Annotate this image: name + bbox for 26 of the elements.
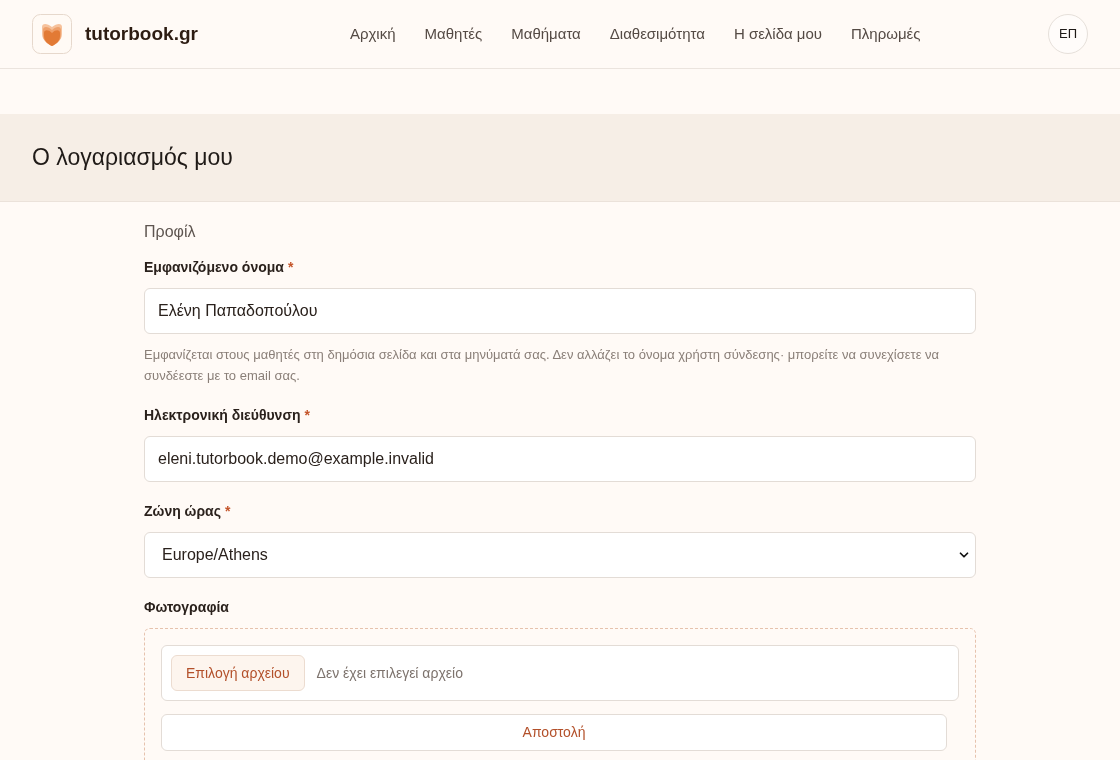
section-title: Προφίλ xyxy=(144,222,197,242)
field-label: Φωτογραφία xyxy=(144,598,229,617)
text-field[interactable]: Ελένη Παπαδοπούλου xyxy=(144,288,976,334)
nav-link[interactable]: Αρχική xyxy=(349,22,396,46)
nav-link[interactable]: Διαθεσιμότητα xyxy=(609,22,705,46)
file-status-text: Δεν έχει επιλεγεί αρχείο xyxy=(316,663,463,683)
choose-file-button[interactable]: Επιλογή αρχείου xyxy=(171,655,305,691)
required-mark: * xyxy=(304,406,310,425)
nav-link[interactable]: Πληρωμές xyxy=(851,22,921,46)
help-text: Εμφανίζεται στους μαθητές στη δημόσια σελίδα και στα μηνύματά σας. Δεν αλλάζει το όνομα χρήστη σύνδεσης· μπορείτε να συνεχίσετε να συνδέεστε με το email σας. xyxy=(144,346,941,385)
required-mark: * xyxy=(225,502,231,521)
page-title: Ο λογαριασμός μου xyxy=(32,143,233,173)
logo-icon xyxy=(32,14,72,54)
required-mark: * xyxy=(287,258,294,277)
nav-link[interactable]: Μαθήματα xyxy=(511,22,581,46)
field-label: Ηλεκτρονική διεύθυνση xyxy=(144,406,301,425)
timezone-select[interactable]: Europe/Athens xyxy=(144,532,976,578)
avatar-button[interactable]: ΕΠ xyxy=(1048,14,1088,54)
field-label: Ζώνη ώρας xyxy=(144,502,221,521)
email-field[interactable]: eleni.tutorbook.demo@example.invalid xyxy=(144,436,976,482)
nav-link[interactable]: Μαθητές xyxy=(424,22,483,46)
field-label: Εμφανιζόμενο όνομα xyxy=(144,258,284,277)
upload-button[interactable]: Αποστολή xyxy=(161,714,947,751)
brand-name[interactable]: tutorbook.gr xyxy=(85,19,198,49)
nav-link[interactable]: Η σελίδα μου xyxy=(733,22,823,46)
file-field[interactable]: Επιλογή αρχείου Δεν έχει επιλεγεί αρχείο xyxy=(161,645,959,701)
